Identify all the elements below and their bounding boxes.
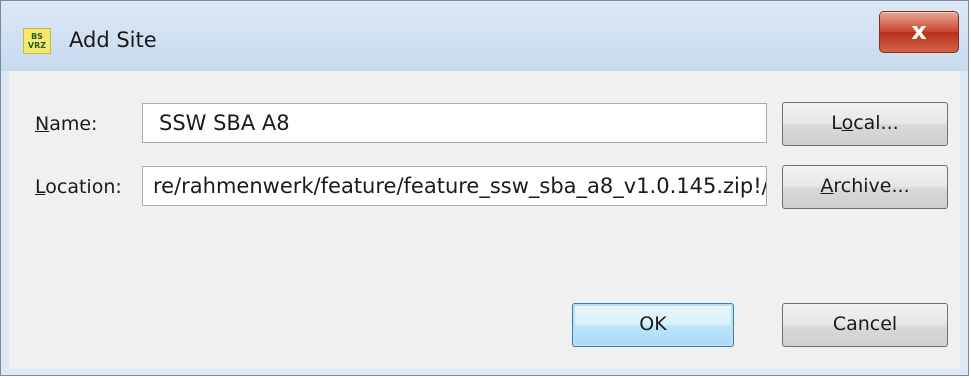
archive-button[interactable]: Archive...	[782, 165, 948, 209]
title-bar[interactable]: BS VRZ Add Site x	[1, 1, 968, 71]
name-input[interactable]: SSW SBA A8	[142, 103, 767, 143]
local-button-pre: L	[831, 112, 842, 134]
location-label: Location:	[35, 176, 122, 198]
cancel-button[interactable]: Cancel	[782, 303, 948, 347]
location-input[interactable]: re/rahmenwerk/feature/feature_ssw_sba_a8…	[142, 166, 767, 206]
app-icon-text-bottom: VRZ	[27, 41, 47, 50]
window-title: Add Site	[69, 28, 157, 52]
name-label-mnemonic: N	[35, 113, 50, 135]
location-label-mnemonic: L	[35, 176, 46, 198]
close-button[interactable]: x	[879, 11, 959, 53]
app-icon-text-top: BS	[31, 32, 43, 41]
archive-button-post: rchive...	[833, 175, 910, 197]
close-icon: x	[911, 17, 927, 45]
dialog-body: Name: SSW SBA A8 Local... Location: re/r…	[9, 71, 960, 369]
name-label: Name:	[35, 113, 97, 135]
local-button-mnemonic: o	[841, 112, 854, 134]
local-button[interactable]: Local...	[782, 102, 948, 146]
archive-button-mnemonic: A	[820, 175, 834, 197]
location-label-rest: ocation:	[45, 176, 122, 198]
ok-button[interactable]: OK	[572, 303, 734, 347]
local-button-post: cal...	[853, 112, 899, 134]
app-icon: BS VRZ	[23, 28, 51, 54]
add-site-dialog: BS VRZ Add Site x Name: SSW SBA A8 Local…	[0, 0, 969, 376]
name-label-rest: ame:	[49, 113, 98, 135]
